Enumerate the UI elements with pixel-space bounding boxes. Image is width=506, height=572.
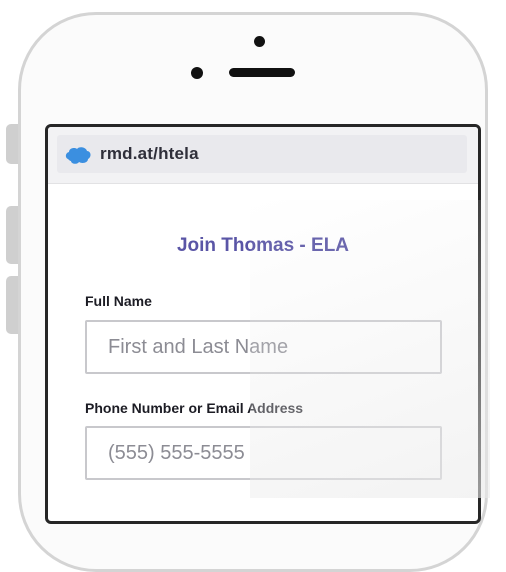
contact-input[interactable] [85,426,442,480]
proximity-sensor [191,67,203,79]
front-camera [254,36,265,47]
form-title: Join Thomas - ELA [176,235,350,256]
brain-icon [65,147,91,164]
phone-side-button-top [6,124,18,164]
phone-volume-up-button [6,206,18,264]
phone-volume-down-button [6,276,18,334]
full-name-label: Full Name [85,293,152,309]
full-name-input[interactable] [85,320,442,374]
url-field[interactable]: rmd.at/htela [57,135,467,173]
phone-screen: rmd.at/htela Join Thomas - ELA Full Name… [45,124,481,524]
url-text: rmd.at/htela [100,144,199,163]
earpiece-speaker [229,68,295,77]
contact-label: Phone Number or Email Address [85,400,304,416]
browser-address-bar: rmd.at/htela [48,127,478,184]
